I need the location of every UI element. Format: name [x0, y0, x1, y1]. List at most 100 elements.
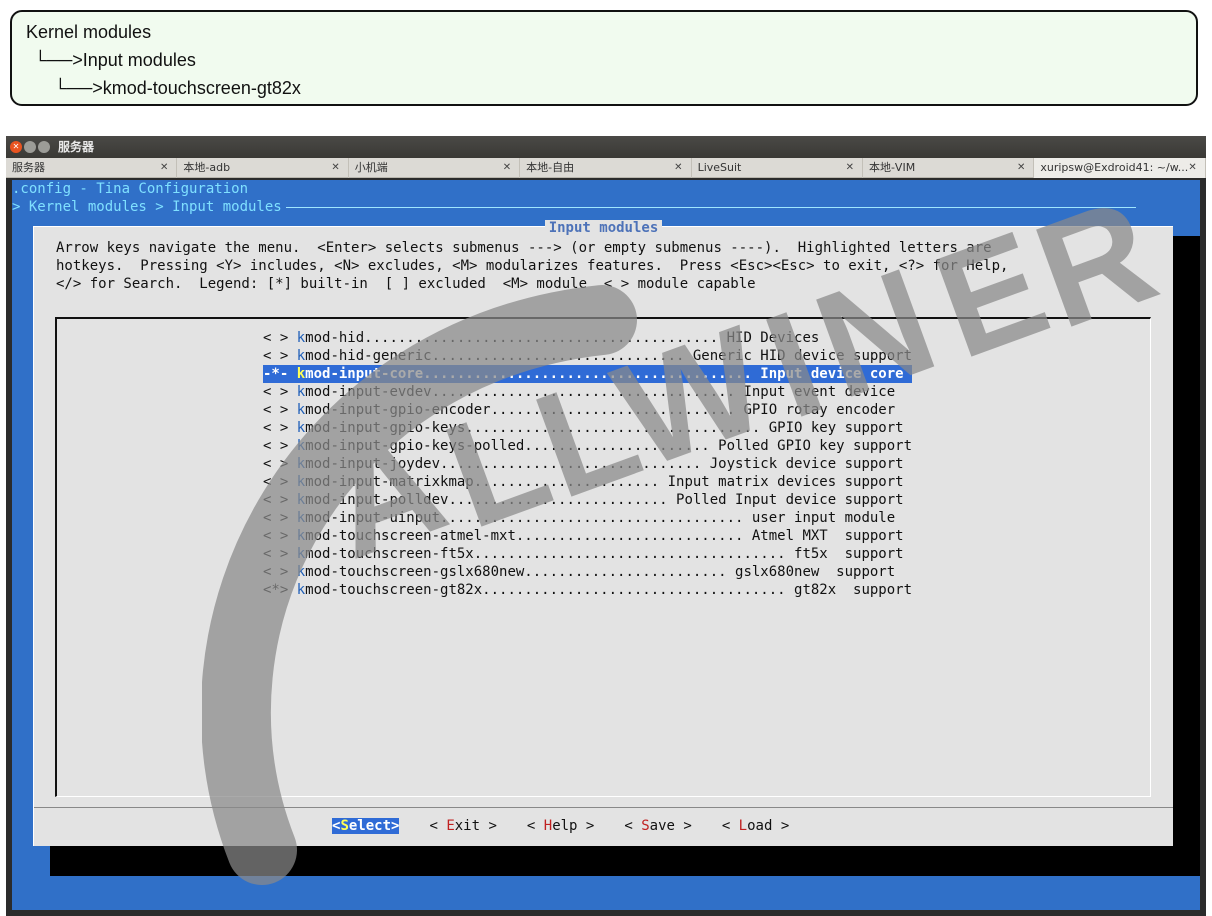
- load-button[interactable]: < Load >: [722, 818, 789, 834]
- button-label-rest: ave >: [649, 818, 692, 834]
- tab-local-free[interactable]: 本地-自由 ✕: [520, 158, 692, 178]
- menu-item-label: mod-input-gpio-encoder..................…: [305, 402, 896, 418]
- menu-item[interactable]: < > kmod-touchscreen-atmel-mxt..........…: [263, 527, 912, 545]
- terminal-screen[interactable]: .config - Tina Configuration > Kernel mo…: [12, 180, 1200, 910]
- menu-item-hotkey: k: [296, 474, 306, 490]
- button-label-rest: elect>: [348, 818, 400, 834]
- button-row: <Select> < Exit > < Help > < Save > < Load >: [34, 807, 1173, 847]
- menu-item[interactable]: < > kmod-input-evdev....................…: [263, 383, 912, 401]
- minimize-window-icon[interactable]: [24, 141, 36, 153]
- help-line: </> for Search. Legend: [*] built-in [ ]…: [56, 276, 756, 292]
- tab-label: 小机端: [354, 161, 388, 174]
- button-hotkey: E: [446, 818, 455, 834]
- menu-item[interactable]: < > kmod-input-joydev...................…: [263, 455, 912, 473]
- breadcrumb-rule: [285, 206, 1136, 208]
- button-bracket: <: [721, 818, 739, 834]
- terminal-tab-bar: 服务器 ✕ 本地-adb ✕ 小机端 ✕ 本地-自由 ✕ LiveSuit ✕ …: [6, 158, 1206, 178]
- menu-item-state: < >: [263, 546, 297, 562]
- close-window-icon[interactable]: ✕: [10, 141, 22, 153]
- callout-line-input-modules: └──>Input modules: [34, 50, 196, 70]
- menu-list-box: < > kmod-hid............................…: [55, 317, 1151, 797]
- menu-item-state: < >: [263, 492, 297, 508]
- tab-server[interactable]: 服务器 ✕: [6, 158, 178, 178]
- menu-item[interactable]: < > kmod-touchscreen-ft5x...............…: [263, 545, 912, 563]
- tab-label: 服务器: [12, 161, 45, 174]
- exit-button[interactable]: < Exit >: [429, 818, 496, 834]
- callout-line-gt82x: └──>kmod-touchscreen-gt82x: [54, 78, 301, 98]
- menu-item[interactable]: < > kmod-input-gpio-keys-polled.........…: [263, 437, 912, 455]
- menu-item-label: mod-touchscreen-ft5x....................…: [305, 546, 904, 562]
- tab-label: 本地-VIM: [868, 161, 916, 174]
- tab-label: LiveSuit: [697, 161, 742, 174]
- button-hotkey: S: [340, 818, 349, 834]
- button-label-rest: oad >: [747, 818, 790, 834]
- menu-item[interactable]: < > kmod-input-uinput...................…: [263, 509, 912, 527]
- dialog-shadow: [1173, 236, 1200, 876]
- menuconfig-dialog: Input modules Arrow keys navigate the me…: [33, 220, 1173, 847]
- dialog-shadow: [50, 846, 1200, 876]
- menu-item-label: mod-touchscreen-gt82x...................…: [305, 582, 913, 598]
- dialog-title-text: Input modules: [544, 220, 663, 236]
- tab-exdroid41[interactable]: xuripsw@Exdroid41: ~/w... ✕: [1034, 158, 1206, 178]
- menu-item[interactable]: < > kmod-hid-generic....................…: [263, 347, 912, 365]
- menu-item-hotkey: k: [296, 438, 306, 454]
- tab-close-icon[interactable]: ✕: [331, 158, 339, 178]
- tab-close-icon[interactable]: ✕: [1017, 158, 1025, 178]
- menu-item-label: mod-touchscreen-atmel-mxt...............…: [305, 528, 904, 544]
- menu-item[interactable]: < > kmod-hid............................…: [263, 329, 912, 347]
- menu-item-hotkey: k: [296, 546, 306, 562]
- button-hotkey: H: [543, 818, 553, 834]
- maximize-window-icon[interactable]: [38, 141, 50, 153]
- menu-item-state: < >: [263, 564, 297, 580]
- callout-line-kernel-modules: Kernel modules: [26, 22, 152, 42]
- help-line: hotkeys. Pressing <Y> includes, <N> excl…: [56, 258, 1009, 274]
- menu-item-label: mod-input-matrixkmap....................…: [305, 474, 904, 490]
- menu-item-hotkey: k: [296, 384, 306, 400]
- menu-item-state: -*-: [263, 366, 297, 382]
- menu-item-label: mod-touchscreen-gslx680new..............…: [305, 564, 896, 580]
- menu-path-callout: Kernel modules └──>Input modules └──>kmo…: [10, 10, 1198, 106]
- menu-item[interactable]: < > kmod-touchscreen-gslx680new.........…: [263, 563, 912, 581]
- menu-item-hotkey: k: [296, 582, 306, 598]
- menu-item-state: < >: [263, 528, 297, 544]
- tab-close-icon[interactable]: ✕: [674, 158, 682, 178]
- menu-item-state: < >: [263, 402, 297, 418]
- menu-item[interactable]: -*- kmod-input-core.....................…: [263, 365, 913, 383]
- tab-close-icon[interactable]: ✕: [1188, 158, 1196, 178]
- tab-label: 本地-adb: [183, 161, 231, 174]
- config-title: .config - Tina Configuration: [12, 181, 249, 197]
- menu-item-hotkey: k: [296, 420, 306, 436]
- menu-item-label: mod-input-uinput........................…: [305, 510, 896, 526]
- menu-item-state: < >: [263, 384, 297, 400]
- select-button[interactable]: <Select>: [332, 818, 400, 834]
- button-hotkey: L: [738, 818, 748, 834]
- menu-items: < > kmod-hid............................…: [263, 329, 913, 599]
- menu-item-state: < >: [263, 438, 297, 454]
- button-label-rest: xit >: [454, 818, 497, 834]
- menu-item-state: <*>: [263, 582, 297, 598]
- tab-device[interactable]: 小机端 ✕: [349, 158, 521, 178]
- menu-item-label: mod-input-gpio-keys.....................…: [305, 420, 904, 436]
- menu-item[interactable]: < > kmod-input-gpio-encoder.............…: [263, 401, 912, 419]
- save-button[interactable]: < Save >: [624, 818, 691, 834]
- tab-close-icon[interactable]: ✕: [160, 158, 168, 178]
- menu-item-label: mod-input-joydev........................…: [305, 456, 904, 472]
- menu-item-state: < >: [263, 330, 297, 346]
- tab-livesuit[interactable]: LiveSuit ✕: [692, 158, 863, 178]
- tab-local-adb[interactable]: 本地-adb ✕: [177, 158, 349, 178]
- menu-item-hotkey: k: [296, 492, 306, 508]
- menu-item[interactable]: < > kmod-input-gpio-keys................…: [263, 419, 912, 437]
- menu-item-state: < >: [263, 510, 297, 526]
- tab-close-icon[interactable]: ✕: [503, 158, 511, 178]
- menu-item-label: mod-hid-generic.........................…: [305, 348, 913, 364]
- menu-item[interactable]: <*> kmod-touchscreen-gt82x..............…: [263, 581, 912, 599]
- help-button[interactable]: < Help >: [527, 818, 594, 834]
- menu-item-hotkey: k: [296, 330, 306, 346]
- menu-item[interactable]: < > kmod-input-polldev..................…: [263, 491, 912, 509]
- menu-item-state: < >: [263, 348, 297, 364]
- help-line: Arrow keys navigate the menu. <Enter> se…: [56, 240, 992, 256]
- tab-local-vim[interactable]: 本地-VIM ✕: [863, 158, 1035, 178]
- menu-item[interactable]: < > kmod-input-matrixkmap...............…: [263, 473, 912, 491]
- menu-item-hotkey: k: [296, 366, 306, 382]
- tab-close-icon[interactable]: ✕: [846, 158, 854, 178]
